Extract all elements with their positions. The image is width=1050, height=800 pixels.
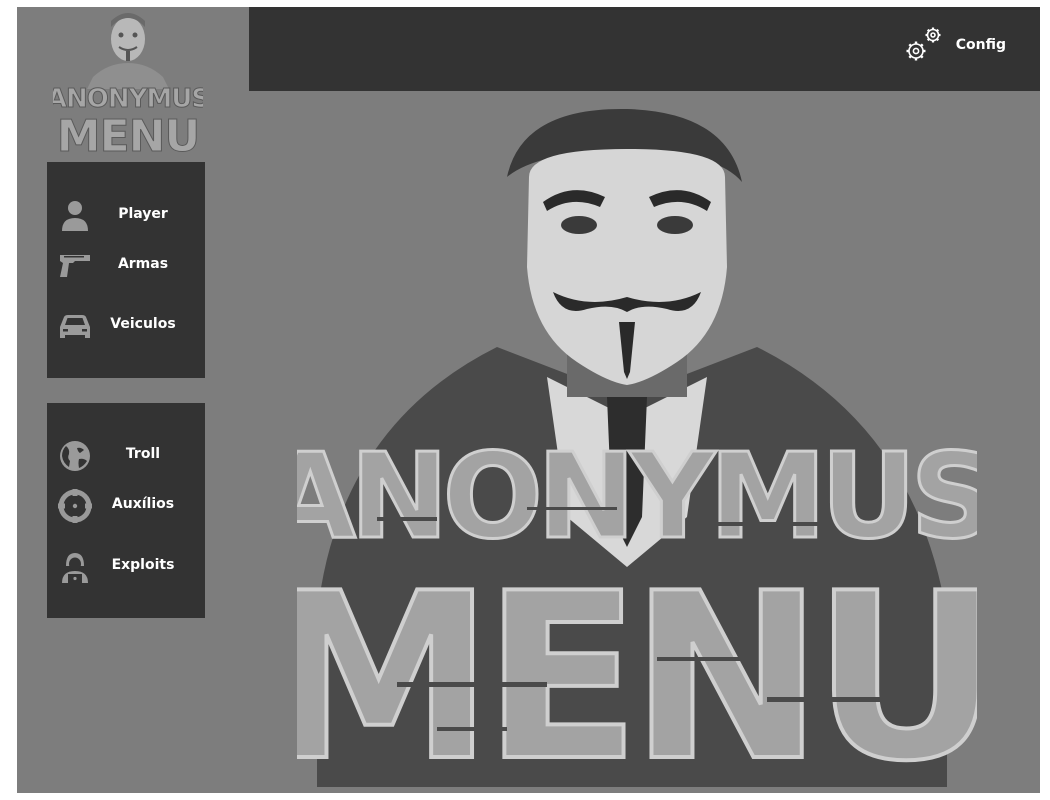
gun-icon [60,255,90,277]
brand-logo-line1: ANONYMUS [53,84,203,114]
car-icon [60,315,90,338]
app-window: Config ANONYMUS MENU Player Armas Veicul… [17,7,1040,793]
menu-item-exploits[interactable]: Exploits [47,546,205,586]
menu-label-veiculos: Veiculos [110,316,176,332]
menu-item-troll[interactable]: Troll [47,435,205,475]
top-bar: Config [249,7,1040,91]
menu-panel-main: Player Armas Veiculos [47,162,205,378]
brand-logo: ANONYMUS MENU [53,13,203,157]
gears-icon [906,27,941,61]
menu-label-troll: Troll [125,446,161,462]
globe-icon [60,441,90,471]
menu-item-veiculos[interactable]: Veiculos [47,305,205,345]
menu-label-armas: Armas [117,256,169,272]
menu-item-armas[interactable]: Armas [47,245,205,285]
hero-artwork: ANONYMUS MENU [297,108,977,787]
menu-item-player[interactable]: Player [47,195,205,235]
crosshair-icon [58,489,92,523]
menu-label-auxilios: Auxílios [111,496,175,512]
hero-logo-line2: MENU [297,545,977,787]
config-button[interactable]: Config [902,23,1006,67]
menu-panel-tools: Troll Auxílios Exploits [47,403,205,618]
menu-label-exploits: Exploits [111,557,175,573]
menu-item-auxilios[interactable]: Auxílios [47,485,205,525]
user-icon [62,201,88,231]
brand-logo-line2: MENU [57,111,199,157]
hacker-icon [62,553,88,583]
menu-label-player: Player [118,206,168,222]
config-label: Config [955,37,1006,53]
